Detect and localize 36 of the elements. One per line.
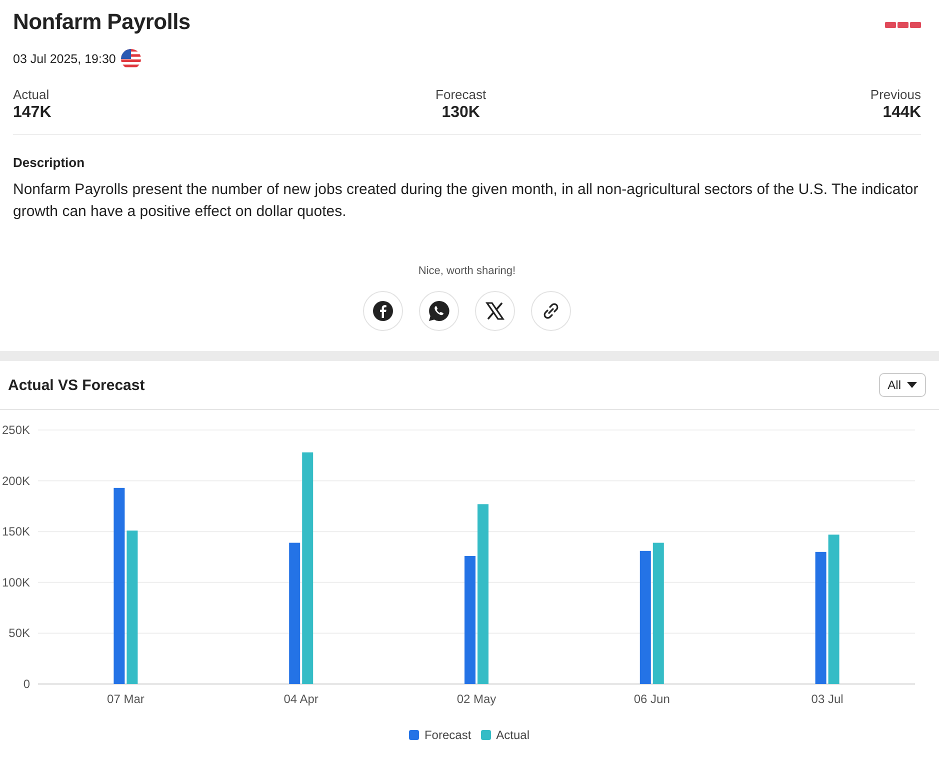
y-axis-label: 250K bbox=[2, 423, 30, 437]
event-title: Nonfarm Payrolls bbox=[13, 8, 190, 36]
description-text: Nonfarm Payrolls present the number of new jobs created during the given month, in all non-agricultural sectors of the U.S. The indicator growth can have a positive effect on dollar quotes. bbox=[13, 180, 920, 222]
legend-label: Actual bbox=[496, 728, 530, 742]
chart-title: Actual VS Forecast bbox=[8, 376, 145, 394]
share-prompt: Nice, worth sharing! bbox=[418, 265, 516, 277]
y-axis-label: 150K bbox=[2, 524, 30, 539]
description-heading: Description bbox=[13, 155, 86, 170]
y-axis-label: 0 bbox=[23, 677, 30, 691]
event-datetime: 03 Jul 2025, 19:30 bbox=[13, 52, 116, 66]
x-axis-label: 04 Apr bbox=[284, 692, 318, 706]
caret-icon bbox=[907, 382, 917, 388]
share-button[interactable] bbox=[475, 291, 515, 331]
stat-value: 144K bbox=[882, 104, 921, 122]
x-axis-label: 02 May bbox=[456, 692, 496, 706]
x-axis-label: 06 Jun bbox=[634, 692, 670, 706]
share-button[interactable] bbox=[363, 291, 403, 331]
stat-label: Actual bbox=[13, 87, 50, 102]
flag-icon bbox=[120, 49, 141, 69]
y-axis-label: 50K bbox=[8, 626, 30, 640]
stat-value: 130K bbox=[442, 104, 480, 122]
filter-dropdown[interactable]: All bbox=[878, 373, 926, 397]
copy-link-button[interactable] bbox=[531, 291, 571, 331]
share-button[interactable] bbox=[419, 291, 459, 331]
whatsapp-icon bbox=[428, 300, 450, 322]
link-icon bbox=[541, 301, 561, 321]
y-axis-label: 100K bbox=[2, 575, 30, 590]
y-axis-label: 200K bbox=[2, 474, 30, 488]
x-axis-label: 07 Mar bbox=[107, 692, 144, 706]
legend-label: Forecast bbox=[424, 728, 472, 742]
facebook-icon bbox=[373, 301, 393, 321]
stat-label: Previous bbox=[870, 87, 921, 102]
stat-value: 147K bbox=[13, 104, 52, 122]
stat-label: Forecast bbox=[436, 87, 486, 102]
x-axis-label: 03 Jul bbox=[811, 692, 844, 706]
x-logo-icon bbox=[485, 301, 505, 321]
